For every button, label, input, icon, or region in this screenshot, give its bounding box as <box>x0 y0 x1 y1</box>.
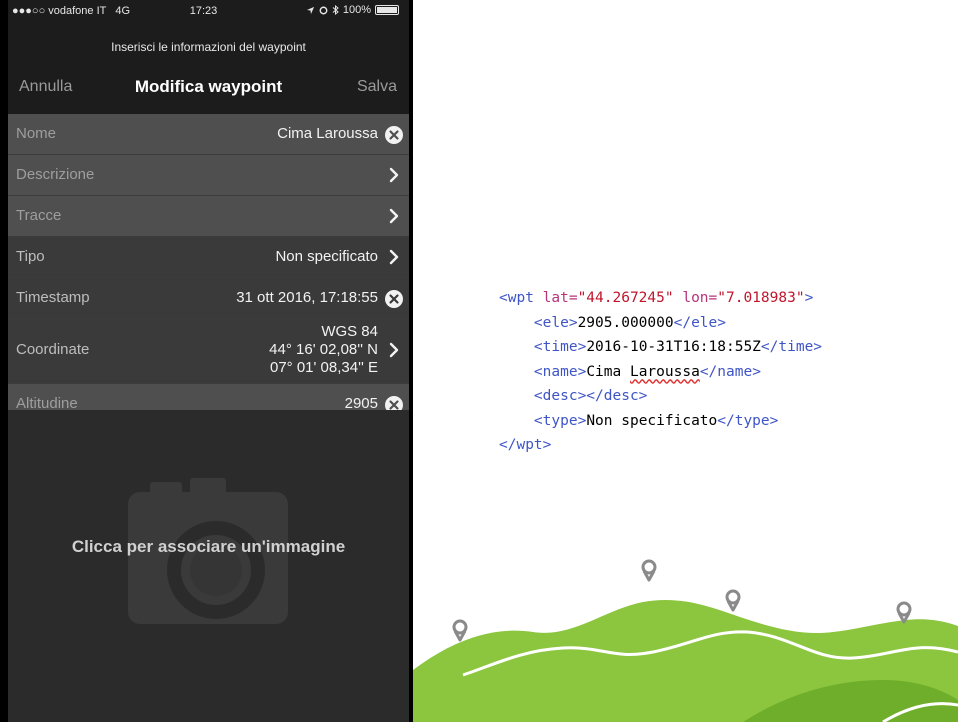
xml-name-value-b: Laroussa <box>629 363 700 380</box>
status-right-group: 100% <box>306 4 399 16</box>
row-coordinate[interactable]: Coordinate WGS 84 44° 16' 02,08'' N 07° … <box>8 319 409 384</box>
coordinate-longitude: 07° 01' 08,34'' E <box>269 359 378 376</box>
chevron-right-icon <box>389 167 399 183</box>
xml-type-value: Non specificato <box>586 412 718 429</box>
coordinate-latitude: 44° 16' 02,08'' N <box>269 341 378 358</box>
xml-time-open: <time> <box>533 339 587 355</box>
chevron-right-icon <box>389 208 399 224</box>
xml-wpt-close: </wpt> <box>499 437 552 453</box>
map-pin-icon <box>452 619 468 642</box>
status-bar: ●●●○○ vodafone IT 4G 17:23 100% <box>8 0 409 22</box>
coordinate-values: WGS 84 44° 16' 02,08'' N 07° 01' 08,34''… <box>269 323 378 377</box>
image-picker[interactable]: Clicca per associare un'immagine <box>8 410 409 722</box>
green-hills-illustration <box>413 559 958 722</box>
phone-screen: ●●●○○ vodafone IT 4G 17:23 100% Inserisc… <box>8 0 409 722</box>
image-prompt: Clicca per associare un'immagine <box>71 537 346 556</box>
map-pin-icon <box>641 559 657 582</box>
alarm-icon <box>319 6 328 14</box>
row-tipo-label: Tipo <box>16 248 45 265</box>
row-nome-label: Nome <box>16 125 57 142</box>
navigation-bar: Inserisci le informazioni del waypoint A… <box>8 22 409 114</box>
row-tipo[interactable]: Tipo Non specificato <box>8 237 409 278</box>
chevron-right-icon <box>389 342 399 358</box>
row-descrizione-label: Descrizione <box>16 166 95 183</box>
xml-time-value: 2016-10-31T16:18:55Z <box>586 339 761 355</box>
bluetooth-icon <box>332 5 339 15</box>
row-nome[interactable]: Nome Cima Laroussa <box>8 114 409 155</box>
xml-type-open: <type> <box>533 412 587 429</box>
row-timestamp[interactable]: Timestamp 31 ott 2016, 17:18:55 <box>8 278 409 319</box>
xml-lon-attr: lon= <box>682 290 718 306</box>
xml-wpt-open-end: > <box>804 290 814 306</box>
coordinate-datum: WGS 84 <box>321 323 378 340</box>
map-pin-icon <box>725 589 741 612</box>
row-descrizione[interactable]: Descrizione <box>8 155 409 196</box>
xml-lon-value: "7.018983" <box>717 290 805 306</box>
gpx-xml-panel: <wpt lat="44.267245" lon="7.018983"> <el… <box>413 0 958 722</box>
battery-icon <box>375 5 399 15</box>
gpx-code-block: <wpt lat="44.267245" lon="7.018983"> <el… <box>499 286 822 458</box>
xml-lat-attr: lat= <box>542 290 578 306</box>
chevron-right-icon <box>389 249 399 265</box>
row-timestamp-value[interactable]: 31 ott 2016, 17:18:55 <box>236 289 378 306</box>
row-timestamp-label: Timestamp <box>16 289 90 306</box>
xml-name-value-a: Cima <box>586 363 630 380</box>
xml-name-close: </name> <box>699 363 761 380</box>
page-title: Modifica waypoint <box>134 77 283 96</box>
xml-desc: <desc></desc> <box>533 388 648 404</box>
map-pin-icon <box>896 601 912 624</box>
waypoint-form: Nome Cima Laroussa Descrizione Tracce Ti… <box>8 114 409 425</box>
xml-time-close: </time> <box>760 339 823 355</box>
status-battery-percent: 100% <box>342 4 371 16</box>
xml-ele-close: </ele> <box>673 314 726 331</box>
row-tracce-label: Tracce <box>16 207 62 224</box>
xml-ele-open: <ele> <box>533 314 578 331</box>
xml-type-close: </type> <box>717 412 779 429</box>
clear-icon[interactable] <box>385 290 403 308</box>
screenshot-canvas: ●●●○○ vodafone IT 4G 17:23 100% Inserisc… <box>0 0 958 722</box>
location-arrow-icon <box>306 6 314 14</box>
xml-ele-value: 2905.000000 <box>577 314 674 331</box>
row-coordinate-label: Coordinate <box>16 341 90 358</box>
xml-wpt-open: <wpt <box>499 290 534 306</box>
xml-name-open: <name> <box>533 363 587 380</box>
row-tipo-value: Non specificato <box>275 248 378 265</box>
nav-prompt: Inserisci le informazioni del waypoint <box>111 40 306 54</box>
xml-lat-value: "44.267245" <box>577 290 674 306</box>
clear-icon[interactable] <box>385 126 403 144</box>
save-button[interactable]: Salva <box>357 78 397 96</box>
row-tracce[interactable]: Tracce <box>8 196 409 237</box>
row-nome-value[interactable]: Cima Laroussa <box>277 125 378 142</box>
